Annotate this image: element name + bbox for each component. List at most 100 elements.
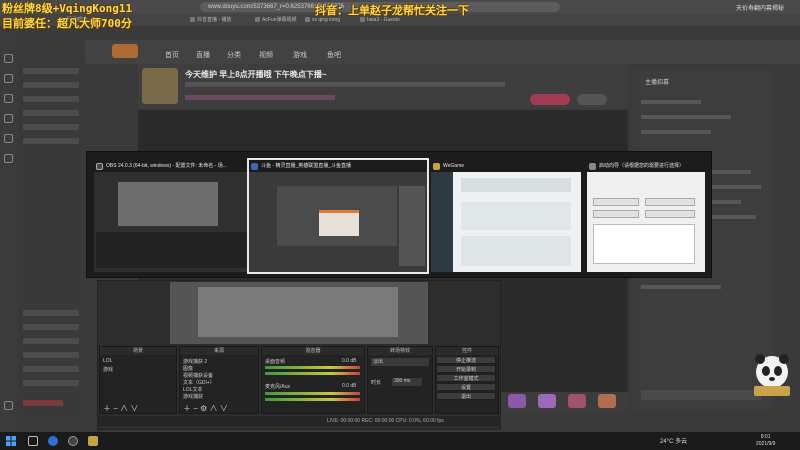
- window-title: 斗鱼 - 精灵直播_英雄联盟直播_斗鱼直播: [261, 163, 352, 169]
- bookmark-item[interactable]: 抖音直播 - 播放: [190, 16, 231, 24]
- nav-button[interactable]: [23, 400, 63, 406]
- taskbar-date: 2021/9/9: [756, 441, 776, 447]
- top-nav-video[interactable]: 视频: [259, 50, 273, 60]
- source-item[interactable]: 游戏捕获 2: [183, 358, 207, 365]
- nav-row[interactable]: [23, 310, 79, 316]
- window-title: WeGame: [443, 163, 465, 169]
- overlay-line-2: 目前婆任：超凡大师700分: [2, 17, 132, 30]
- preview-dialog: [319, 210, 359, 236]
- share-button[interactable]: [577, 94, 607, 105]
- scenes-dock: 场景 LOL 游戏 ＋ − ∧ ∨: [99, 346, 177, 414]
- chat-panel-label: 主播招募: [645, 80, 670, 86]
- source-item[interactable]: 游戏捕获: [183, 393, 203, 400]
- rail-icon[interactable]: [4, 74, 13, 83]
- rail-icon[interactable]: [4, 154, 13, 163]
- site-side-nav: [17, 60, 85, 420]
- rail-icon[interactable]: [4, 114, 13, 123]
- scenes-dock-title: 场景: [100, 347, 176, 355]
- switcher-window-obs[interactable]: OBS 24.0.3 (64-bit, windows) - 配置文件: 未命名…: [94, 160, 254, 272]
- preview-option: [645, 198, 695, 206]
- top-nav-home[interactable]: 首页: [165, 50, 179, 60]
- screen: www.douyu.com/5373667_r=0.62537664801503…: [0, 0, 800, 450]
- nav-row[interactable]: [23, 324, 79, 330]
- transitions-dock: 转场特效 淡出 时长 300 ms: [367, 346, 433, 414]
- tab-extras[interactable]: 天价寿翻内幕揭秘: [736, 3, 784, 12]
- source-item[interactable]: 图像: [183, 365, 193, 372]
- gift-item[interactable]: [568, 394, 586, 408]
- room-title: 今天维护 早上8点开播哦 下午晚点下播~: [185, 70, 327, 79]
- source-item[interactable]: LOL文本: [183, 386, 202, 393]
- bookmark-item[interactable]: AcFun弹幕视频: [255, 16, 296, 24]
- switcher-window-wizard[interactable]: 启动向导（请根据您的需要进行选择）: [587, 160, 705, 272]
- gift-item[interactable]: [598, 394, 616, 408]
- switcher-window-wegame[interactable]: WeGame: [431, 160, 581, 272]
- scene-item[interactable]: LOL: [103, 358, 112, 364]
- window-preview: [587, 172, 705, 272]
- taskview-icon[interactable]: [28, 436, 38, 446]
- overlay-line-1: 粉丝牌8级+VqingKong11: [2, 2, 133, 15]
- transition-select[interactable]: 淡出: [371, 358, 429, 366]
- rail-icon[interactable]: [4, 94, 13, 103]
- stop-streaming-button[interactable]: 停止推流: [436, 356, 496, 364]
- nav-row[interactable]: [23, 352, 79, 358]
- source-controls[interactable]: ＋ − ⚙ ∧ ∨: [183, 403, 228, 414]
- controls-dock-title: 控件: [436, 347, 498, 355]
- nav-row[interactable]: [23, 110, 79, 116]
- preview-canvas: [118, 182, 218, 226]
- preview-stats: [461, 202, 571, 230]
- nav-row[interactable]: [23, 82, 79, 88]
- nav-row[interactable]: [23, 338, 79, 344]
- nav-row[interactable]: [23, 366, 79, 372]
- top-nav-game[interactable]: 游戏: [293, 50, 307, 60]
- top-nav-category[interactable]: 分类: [227, 50, 241, 60]
- rail-icon[interactable]: [4, 54, 13, 63]
- nav-row[interactable]: [23, 380, 79, 386]
- chat-input[interactable]: [641, 390, 761, 400]
- studio-mode-button[interactable]: 工作室模式: [436, 374, 496, 382]
- scene-item[interactable]: 游戏: [103, 366, 113, 373]
- obs-icon[interactable]: [68, 436, 78, 446]
- preview-option: [645, 210, 695, 218]
- site-logo[interactable]: [112, 44, 138, 58]
- preview-option: [593, 210, 639, 218]
- windows-start-icon[interactable]: [6, 436, 16, 446]
- source-item[interactable]: 视频捕获设备: [183, 372, 213, 379]
- nav-row[interactable]: [23, 138, 79, 144]
- switcher-window-douyu[interactable]: 斗鱼 - 精灵直播_英雄联盟直播_斗鱼直播: [247, 158, 429, 274]
- nav-row[interactable]: [23, 124, 79, 130]
- mixer-slider[interactable]: [265, 372, 360, 375]
- chat-line: [641, 115, 731, 119]
- taskbar-clock[interactable]: 8:01 2021/9/9: [756, 434, 775, 448]
- gift-item[interactable]: [538, 394, 556, 408]
- settings-button[interactable]: 设置: [436, 383, 496, 391]
- browser-side-rail: [0, 26, 17, 432]
- wegame-icon[interactable]: [88, 436, 98, 446]
- mixer-level: 0.0 dB: [342, 358, 357, 364]
- scene-controls[interactable]: ＋ − ∧ ∨: [103, 403, 138, 414]
- edge-icon[interactable]: [48, 436, 58, 446]
- chat-line: [641, 285, 721, 289]
- nav-row[interactable]: [23, 68, 79, 74]
- exit-button[interactable]: 退出: [436, 392, 496, 400]
- source-item[interactable]: 文本（GDI+）: [183, 379, 215, 386]
- mixer-meter: [265, 392, 360, 395]
- settings-icon[interactable]: [4, 401, 13, 410]
- start-recording-button[interactable]: 开始录制: [436, 365, 496, 373]
- taskbar-weather[interactable]: 24°C 多云: [660, 436, 687, 445]
- preview-textbox: [593, 224, 695, 264]
- top-nav-live[interactable]: 直播: [196, 50, 210, 60]
- follow-button[interactable]: [530, 94, 570, 105]
- top-nav-fishbar[interactable]: 鱼吧: [327, 50, 341, 60]
- gift-item[interactable]: [508, 394, 526, 408]
- nav-row[interactable]: [23, 96, 79, 102]
- mixer-dock: 混音器 桌面音频 0.0 dB 麦克风/Aux 0.0 dB: [261, 346, 365, 414]
- duration-input[interactable]: 300 ms: [392, 378, 422, 386]
- mixer-channel-label: 麦克风/Aux: [265, 384, 291, 390]
- obs-preview-source: [198, 287, 398, 337]
- window-title: OBS 24.0.3 (64-bit, windows) - 配置文件: 未命名…: [106, 163, 227, 169]
- streamer-avatar[interactable]: [142, 68, 178, 104]
- transitions-dock-title: 转场特效: [368, 347, 432, 355]
- room-meta: [185, 82, 505, 87]
- mixer-slider[interactable]: [265, 398, 360, 401]
- rail-icon[interactable]: [4, 134, 13, 143]
